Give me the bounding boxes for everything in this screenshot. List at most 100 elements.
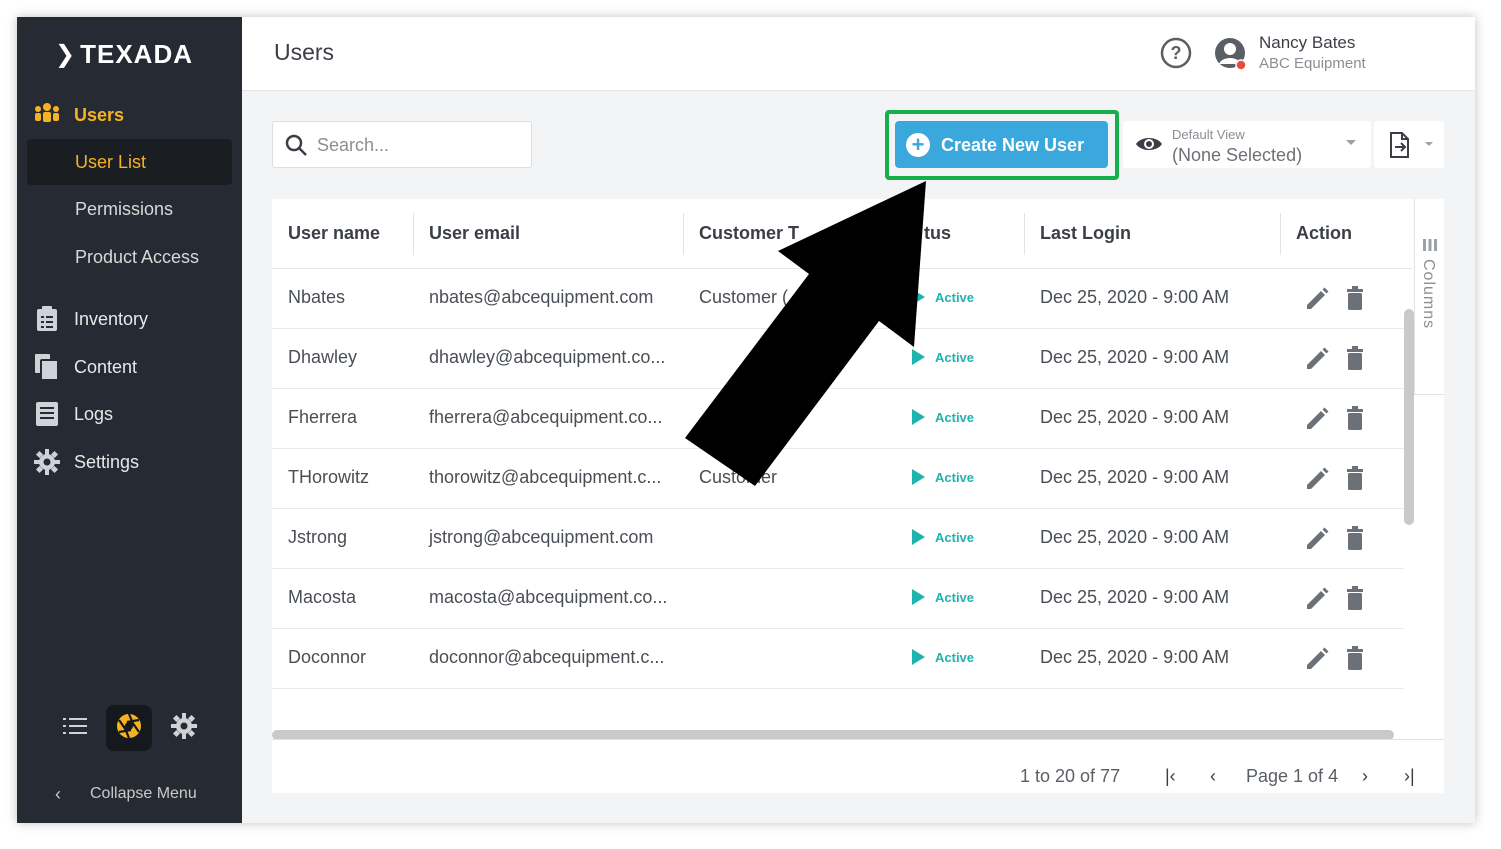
delete-icon[interactable] <box>1345 406 1365 435</box>
cell-email: thorowitz@abcequipment.c... <box>429 467 662 487</box>
delete-icon[interactable] <box>1345 526 1365 555</box>
cell-last-login: Dec 25, 2020 - 9:00 AM <box>1040 467 1230 487</box>
list-view-button[interactable] <box>52 705 98 751</box>
brand-name: TEXADA <box>80 38 194 69</box>
cell-customer-type: Customer ( <box>699 287 789 307</box>
gear-icon <box>33 448 61 476</box>
table-row[interactable]: Jstrong jstrong@abcequipment.com Active … <box>272 509 1404 569</box>
edit-icon[interactable] <box>1304 526 1330 557</box>
sidebar-item-settings[interactable]: Settings <box>17 448 242 476</box>
sidebar-section-users-label: Users <box>74 104 125 125</box>
prev-page-icon[interactable]: ‹ <box>1210 766 1216 787</box>
export-button[interactable] <box>1374 121 1444 168</box>
column-divider <box>1280 213 1281 255</box>
cell-username: Dhawley <box>288 347 358 367</box>
create-new-user-button[interactable]: + Create New User <box>895 121 1108 168</box>
export-icon <box>1390 132 1409 158</box>
table-row[interactable]: Dhawley dhawley@abcequipment.co... Activ… <box>272 329 1404 389</box>
cell-email: nbates@abcequipment.com <box>429 287 654 307</box>
columns-tab-label: Columns <box>1420 259 1437 330</box>
cell-email: doconnor@abcequipment.c... <box>429 647 665 667</box>
sidebar-section-users[interactable]: Users <box>17 101 242 129</box>
first-page-icon[interactable]: |‹ <box>1165 766 1176 787</box>
table-row[interactable]: Doconnor doconnor@abcequipment.c... Acti… <box>272 629 1404 689</box>
collapse-menu-label: Collapse Menu <box>90 785 197 802</box>
page-indicator: Page 1 of 4 <box>1246 766 1339 786</box>
cell-last-login: Dec 25, 2020 - 9:00 AM <box>1040 407 1230 427</box>
view-value: (None Selected) <box>1172 145 1303 165</box>
status-badge: Active <box>912 289 974 305</box>
columns-icon <box>1423 239 1437 251</box>
plus-icon: + <box>906 133 930 157</box>
delete-icon[interactable] <box>1345 646 1365 675</box>
gear-icon <box>171 712 197 744</box>
status-text: Active <box>935 649 975 665</box>
users-group-icon <box>33 101 61 129</box>
table-row[interactable]: Nbates nbates@abcequipment.com Customer … <box>272 269 1404 329</box>
table-body: Nbates nbates@abcequipment.com Customer … <box>272 269 1404 724</box>
documents-icon <box>33 353 61 381</box>
view-selector[interactable]: Default View (None Selected) <box>1123 121 1371 168</box>
sidebar-item-permissions[interactable]: Permissions <box>27 186 232 232</box>
sidebar-item-label: Logs <box>74 403 114 424</box>
cell-email: fherrera@abcequipment.co... <box>429 407 663 427</box>
delete-icon[interactable] <box>1345 466 1365 495</box>
help-icon[interactable]: ? <box>1160 37 1192 69</box>
delete-icon[interactable] <box>1345 346 1365 375</box>
sidebar-item-product-access[interactable]: Product Access <box>27 234 232 280</box>
sidebar-item-label: User List <box>75 151 147 172</box>
delete-icon[interactable] <box>1345 286 1365 315</box>
cell-username: Jstrong <box>288 527 348 547</box>
cell-email: macosta@abcequipment.co... <box>429 587 668 607</box>
column-header-user-email[interactable]: User email <box>429 223 520 244</box>
list-icon <box>63 717 87 739</box>
next-page-icon[interactable]: › <box>1362 766 1368 787</box>
cell-last-login: Dec 25, 2020 - 9:00 AM <box>1040 287 1230 307</box>
avatar[interactable] <box>1214 37 1248 71</box>
edit-icon[interactable] <box>1304 466 1330 497</box>
column-header-user-name[interactable]: User name <box>288 223 380 244</box>
cell-customer-type: Customer <box>699 467 778 487</box>
cell-last-login: Dec 25, 2020 - 9:00 AM <box>1040 527 1230 547</box>
column-header-status[interactable]: tus <box>924 223 951 244</box>
brand-logo: ❯ TEXADA <box>55 39 193 69</box>
search-box[interactable] <box>272 121 532 168</box>
edit-icon[interactable] <box>1304 346 1330 377</box>
column-header-last-login[interactable]: Last Login <box>1040 223 1131 244</box>
table-row[interactable]: Fherrera fherrera@abcequipment.co... Act… <box>272 389 1404 449</box>
column-header-action[interactable]: Action <box>1296 223 1352 244</box>
edit-icon[interactable] <box>1304 406 1330 437</box>
table-row[interactable]: Macosta macosta@abcequipment.co... Activ… <box>272 569 1404 629</box>
cell-email: jstrong@abcequipment.com <box>429 527 654 547</box>
brand-chevron-icon: ❯ <box>55 40 77 68</box>
sidebar-item-label: Product Access <box>75 246 200 267</box>
edit-icon[interactable] <box>1304 586 1330 617</box>
cell-username: Nbates <box>288 287 346 307</box>
edit-icon[interactable] <box>1304 646 1330 677</box>
last-page-icon[interactable]: ›| <box>1404 766 1415 787</box>
sidebar-item-label: Inventory <box>74 308 149 329</box>
aperture-button[interactable] <box>106 705 152 751</box>
play-icon <box>912 469 925 485</box>
column-header-customer-type[interactable]: Customer T <box>699 223 799 244</box>
play-icon <box>912 529 925 545</box>
columns-panel-tab[interactable]: Columns <box>1414 199 1444 395</box>
app-window: ❯ TEXADA Users User List Permissions Pro… <box>17 17 1475 823</box>
sidebar-item-user-list[interactable]: User List <box>27 139 232 185</box>
column-divider <box>1024 213 1025 255</box>
user-company: ABC Equipment <box>1259 55 1366 72</box>
edit-icon[interactable] <box>1304 286 1330 317</box>
sidebar-item-inventory[interactable]: Inventory <box>17 305 242 333</box>
sidebar-item-content[interactable]: Content <box>17 353 242 381</box>
play-icon <box>912 349 925 365</box>
status-text: Active <box>935 409 975 425</box>
search-input[interactable] <box>317 130 517 160</box>
settings-button[interactable] <box>161 705 207 751</box>
collapse-menu-button[interactable]: ‹ Collapse Menu <box>17 779 242 809</box>
user-name: Nancy Bates <box>1259 33 1356 52</box>
sidebar-item-logs[interactable]: Logs <box>17 400 242 428</box>
table-row[interactable]: THorowitz thorowitz@abcequipment.c... Cu… <box>272 449 1404 509</box>
chevron-left-icon: ‹ <box>55 783 61 804</box>
delete-icon[interactable] <box>1345 586 1365 615</box>
vertical-scrollbar[interactable] <box>1404 309 1414 525</box>
